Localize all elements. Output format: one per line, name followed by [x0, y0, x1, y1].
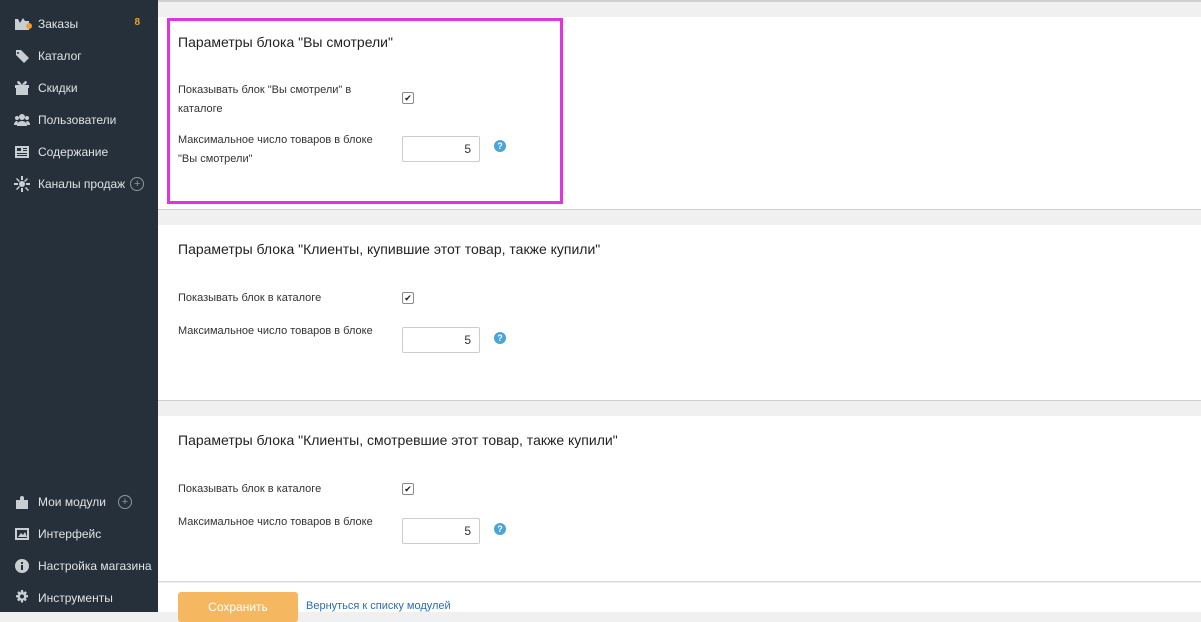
sidebar-item-catalog[interactable]: Каталог: [0, 40, 158, 72]
sidebar-item-label: Скидки: [38, 81, 78, 95]
viewed-also-bought-panel: Параметры блока "Клиенты, смотревшие это…: [158, 416, 1201, 582]
info-icon: [14, 558, 30, 574]
users-icon: [14, 112, 30, 128]
max-items-label: Максимальное число товаров в блоке "Вы с…: [178, 134, 373, 165]
top-divider: [158, 0, 1201, 2]
show-in-catalog-checkbox[interactable]: ✔: [402, 292, 414, 304]
sidebar-item-label: Каналы продаж: [38, 177, 126, 191]
sidebar-item-label: Мои модули: [38, 495, 106, 509]
show-in-catalog-label: Показывать блок "Вы смотрели" в каталоге: [178, 84, 352, 115]
orders-count-badge: 8: [134, 17, 140, 28]
sidebar: Заказы 8 Каталог Скидки Пользователи Сод…: [0, 0, 158, 612]
sidebar-item-interface[interactable]: Интерфейс: [0, 518, 158, 550]
max-items-input[interactable]: 5: [402, 518, 480, 544]
help-icon[interactable]: ?: [494, 140, 506, 152]
save-button[interactable]: Сохранить: [178, 592, 298, 622]
content-icon: [14, 144, 30, 160]
tag-icon: [14, 48, 30, 64]
sidebar-item-my-modules[interactable]: Мои модули +: [0, 486, 158, 518]
max-items-label: Максимальное число товаров в блоке: [178, 516, 373, 528]
sidebar-item-label: Настройка магазина: [38, 559, 152, 573]
sidebar-item-orders[interactable]: Заказы 8: [0, 8, 158, 40]
gift-icon: [14, 80, 30, 96]
add-channel-button[interactable]: +: [130, 177, 145, 191]
form-footer: Сохранить Вернуться к списку модулей: [158, 583, 1201, 622]
notification-dot: [26, 23, 32, 29]
bought-also-bought-panel: Параметры блока "Клиенты, купившие этот …: [158, 225, 1201, 401]
sales-channels-icon: [14, 176, 30, 192]
show-in-catalog-checkbox[interactable]: ✔: [402, 483, 414, 495]
max-items-input[interactable]: 5: [402, 327, 480, 353]
show-in-catalog-checkbox[interactable]: ✔: [402, 92, 414, 104]
max-items-label: Максимальное число товаров в блоке: [178, 325, 373, 337]
image-icon: [14, 526, 30, 542]
sidebar-item-label: Заказы: [38, 17, 79, 31]
sidebar-item-tools[interactable]: Инструменты: [0, 582, 158, 614]
sidebar-item-content[interactable]: Содержание: [0, 136, 158, 168]
panel-title: Параметры блока "Клиенты, купившие этот …: [178, 241, 601, 257]
sidebar-item-users[interactable]: Пользователи: [0, 104, 158, 136]
viewed-block-panel: Параметры блока "Вы смотрели" Показывать…: [158, 17, 1201, 210]
sidebar-item-label: Инструменты: [38, 591, 113, 605]
sidebar-item-label: Каталог: [38, 49, 82, 63]
panel-title: Параметры блока "Клиенты, смотревшие это…: [178, 432, 618, 448]
help-icon[interactable]: ?: [494, 523, 506, 535]
sidebar-item-discounts[interactable]: Скидки: [0, 72, 158, 104]
sidebar-item-store-settings[interactable]: Настройка магазина: [0, 550, 158, 582]
show-in-catalog-label: Показывать блок в каталоге: [178, 483, 322, 495]
sidebar-item-label: Пользователи: [38, 113, 117, 127]
sidebar-item-sales-channels[interactable]: Каналы продаж +: [0, 168, 158, 200]
sidebar-item-label: Интерфейс: [38, 527, 102, 541]
max-items-input[interactable]: 5: [402, 136, 480, 162]
gear-icon: [14, 590, 30, 606]
help-icon[interactable]: ?: [494, 332, 506, 344]
show-in-catalog-label: Показывать блок в каталоге: [178, 292, 322, 304]
add-module-button[interactable]: +: [117, 495, 132, 509]
puzzle-icon: [14, 494, 30, 510]
panel-title: Параметры блока "Вы смотрели": [178, 34, 393, 50]
back-to-modules-link[interactable]: Вернуться к списку модулей: [306, 600, 451, 612]
sidebar-item-label: Содержание: [38, 145, 109, 159]
